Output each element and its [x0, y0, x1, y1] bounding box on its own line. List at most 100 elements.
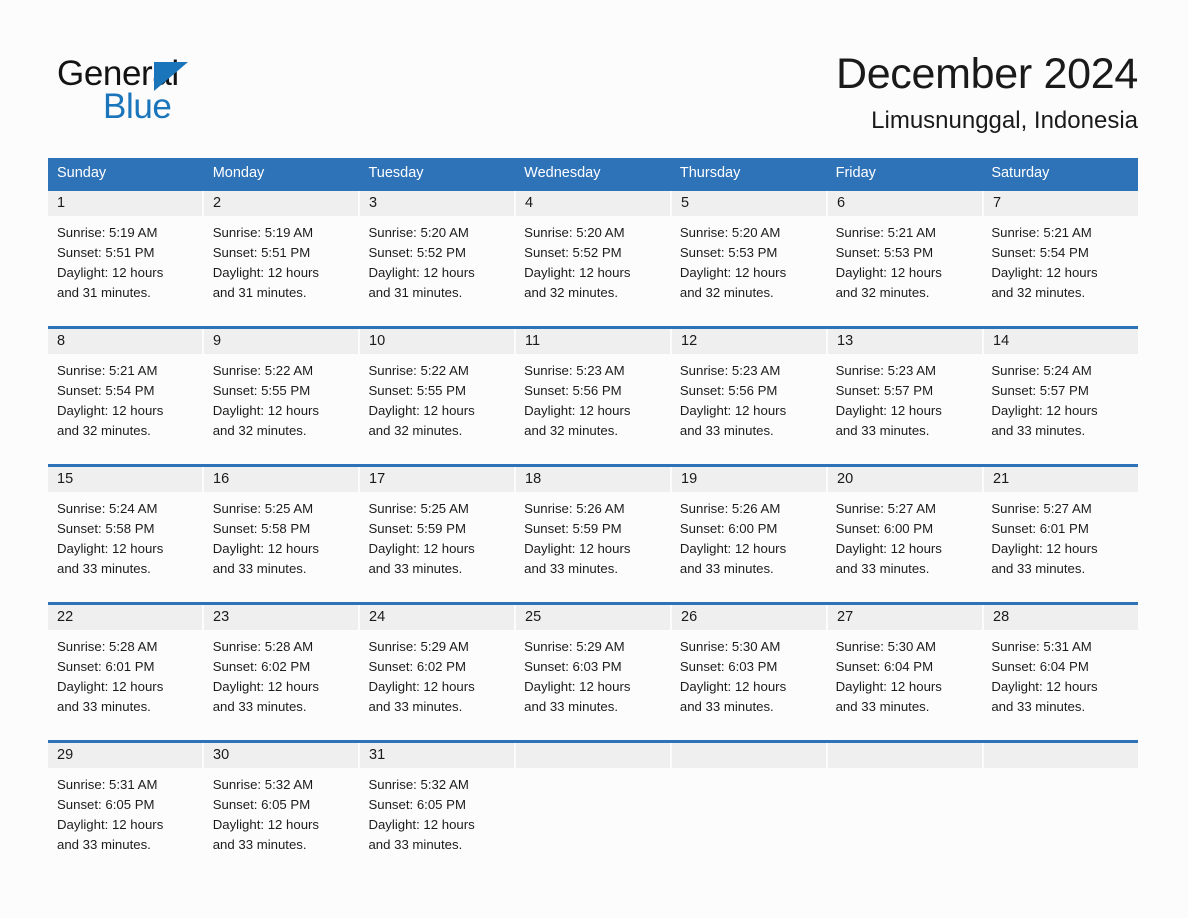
day-cell[interactable]: Sunrise: 5:32 AM Sunset: 6:05 PM Daylight:…	[359, 768, 516, 870]
weekday-header-sunday: Sunday	[57, 165, 107, 181]
day-number[interactable]: 6	[828, 191, 984, 216]
generalblue-logo[interactable]: General Blue	[57, 54, 317, 134]
day-sunrise-text: Sunrise: 5:32 AM	[212, 777, 314, 792]
day-content-band: Sunrise: 5:28 AM Sunset: 6:01 PM Daylight:…	[48, 630, 1139, 732]
day-sunset-text: Sunset: 5:58 PM	[212, 521, 311, 536]
day-sunrise-text: Sunrise: 5:31 AM	[991, 639, 1092, 654]
day-cell-empty	[515, 768, 671, 870]
day-number[interactable]: 20	[828, 467, 984, 492]
day-cell[interactable]: Sunrise: 5:30 AM Sunset: 6:04 PM Daylight:…	[826, 630, 983, 732]
day-sunset-text: Sunset: 6:05 PM	[212, 797, 311, 812]
day-sunset-text: Sunset: 6:00 PM	[679, 521, 778, 536]
day-cell[interactable]: Sunrise: 5:20 AM Sunset: 5:53 PM Daylight:…	[670, 216, 827, 318]
day-cell[interactable]: Sunrise: 5:25 AM Sunset: 5:58 PM Daylight:…	[203, 492, 360, 594]
day-cell[interactable]: Sunrise: 5:19 AM Sunset: 5:51 PM Daylight:…	[203, 216, 360, 318]
day-cell[interactable]: Sunrise: 5:26 AM Sunset: 5:59 PM Daylight:…	[515, 492, 671, 594]
day-number[interactable]: 13	[828, 329, 984, 354]
day-number[interactable]: 1	[48, 191, 204, 216]
day-number[interactable]: 23	[204, 605, 360, 630]
day-number[interactable]: 2	[204, 191, 360, 216]
day-number[interactable]: 15	[48, 467, 204, 492]
day-daylight-text: Daylight: 12 hours	[835, 403, 942, 418]
day-daylight-text: and 33 minutes.	[835, 423, 930, 438]
day-cell[interactable]: Sunrise: 5:21 AM Sunset: 5:54 PM Daylight:…	[48, 354, 204, 456]
day-sunset-text: Sunset: 6:02 PM	[368, 659, 466, 674]
day-cell[interactable]: Sunrise: 5:28 AM Sunset: 6:02 PM Daylight:…	[203, 630, 360, 732]
day-number[interactable]: 8	[48, 329, 204, 354]
day-sunset-text: Sunset: 5:59 PM	[368, 521, 466, 536]
day-number[interactable]: 29	[48, 743, 204, 768]
weekday-header-saturday: Saturday	[991, 165, 1050, 181]
day-number[interactable]: 10	[360, 329, 516, 354]
day-daylight-text: Daylight: 12 hours	[368, 679, 475, 694]
day-number[interactable]: 14	[984, 329, 1138, 354]
day-cell[interactable]: Sunrise: 5:32 AM Sunset: 6:05 PM Daylight:…	[203, 768, 360, 870]
day-number[interactable]: 5	[672, 191, 828, 216]
day-cell[interactable]: Sunrise: 5:19 AM Sunset: 5:51 PM Daylight:…	[48, 216, 204, 318]
day-number[interactable]: 4	[516, 191, 672, 216]
day-cell[interactable]: Sunrise: 5:28 AM Sunset: 6:01 PM Daylight:…	[48, 630, 204, 732]
day-cell[interactable]: Sunrise: 5:31 AM Sunset: 6:04 PM Daylight:…	[982, 630, 1139, 732]
day-sunset-text: Sunset: 5:56 PM	[679, 383, 778, 398]
day-number[interactable]: 26	[672, 605, 828, 630]
day-number[interactable]: 11	[516, 329, 672, 354]
page-header: General Blue December 2024 Limusnunggal,…	[0, 0, 1188, 150]
day-daylight-text: Daylight: 12 hours	[368, 541, 475, 556]
day-number[interactable]: 19	[672, 467, 828, 492]
day-cell[interactable]: Sunrise: 5:26 AM Sunset: 6:00 PM Daylight:…	[670, 492, 827, 594]
day-cell[interactable]: Sunrise: 5:20 AM Sunset: 5:52 PM Daylight:…	[515, 216, 671, 318]
day-daylight-text: Daylight: 12 hours	[368, 817, 475, 832]
day-cell[interactable]: Sunrise: 5:23 AM Sunset: 5:56 PM Daylight:…	[670, 354, 827, 456]
day-cell[interactable]: Sunrise: 5:27 AM Sunset: 6:01 PM Daylight:…	[982, 492, 1139, 594]
day-number[interactable]: 30	[204, 743, 360, 768]
day-daylight-text: Daylight: 12 hours	[212, 265, 320, 280]
calendar-week-row: 8 9 10 11 12 13 14 Sunrise: 5:21 AM Sunset: 5:54…	[48, 326, 1139, 456]
day-daylight-text: Daylight: 12 hours	[368, 403, 475, 418]
day-sunrise-text: Sunrise: 5:25 AM	[368, 501, 469, 516]
day-sunset-text: Sunset: 5:52 PM	[524, 245, 622, 260]
day-daylight-text: Daylight: 12 hours	[524, 403, 631, 418]
day-cell[interactable]: Sunrise: 5:23 AM Sunset: 5:57 PM Daylight:…	[826, 354, 983, 456]
day-number[interactable]: 25	[516, 605, 672, 630]
day-number[interactable]: 16	[204, 467, 360, 492]
day-number[interactable]: 31	[360, 743, 516, 768]
day-daylight-text: and 33 minutes.	[212, 561, 307, 576]
day-number[interactable]: 21	[984, 467, 1138, 492]
day-cell[interactable]: Sunrise: 5:22 AM Sunset: 5:55 PM Daylight:…	[359, 354, 516, 456]
day-cell[interactable]: Sunrise: 5:25 AM Sunset: 5:59 PM Daylight:…	[359, 492, 516, 594]
day-number[interactable]: 24	[360, 605, 516, 630]
day-sunset-text: Sunset: 5:52 PM	[368, 245, 466, 260]
day-daylight-text: and 33 minutes.	[835, 699, 930, 714]
day-daylight-text: and 32 minutes.	[835, 285, 930, 300]
day-daylight-text: and 33 minutes.	[212, 699, 307, 714]
day-cell[interactable]: Sunrise: 5:21 AM Sunset: 5:54 PM Daylight:…	[982, 216, 1139, 318]
day-cell[interactable]: Sunrise: 5:29 AM Sunset: 6:03 PM Daylight:…	[515, 630, 671, 732]
day-number[interactable]: 28	[984, 605, 1138, 630]
day-number[interactable]: 3	[360, 191, 516, 216]
day-number[interactable]: 22	[48, 605, 204, 630]
day-cell[interactable]: Sunrise: 5:24 AM Sunset: 5:58 PM Daylight:…	[48, 492, 204, 594]
day-number[interactable]: 18	[516, 467, 672, 492]
day-number[interactable]: 9	[204, 329, 360, 354]
day-cell[interactable]: Sunrise: 5:24 AM Sunset: 5:57 PM Daylight:…	[982, 354, 1139, 456]
day-cell[interactable]: Sunrise: 5:30 AM Sunset: 6:03 PM Daylight:…	[670, 630, 827, 732]
day-number[interactable]: 17	[360, 467, 516, 492]
day-sunrise-text: Sunrise: 5:29 AM	[524, 639, 625, 654]
day-cell[interactable]: Sunrise: 5:22 AM Sunset: 5:55 PM Daylight:…	[203, 354, 360, 456]
day-sunrise-text: Sunrise: 5:31 AM	[57, 777, 158, 792]
calendar-week-row: 22 23 24 25 26 27 28 Sunrise: 5:28 AM Sunset: 6:…	[48, 602, 1139, 732]
day-number[interactable]: 27	[828, 605, 984, 630]
day-cell[interactable]: Sunrise: 5:29 AM Sunset: 6:02 PM Daylight:…	[359, 630, 516, 732]
day-number-band: 8 9 10 11 12 13 14	[48, 329, 1138, 354]
day-number[interactable]: 7	[984, 191, 1138, 216]
day-cell[interactable]: Sunrise: 5:20 AM Sunset: 5:52 PM Daylight:…	[359, 216, 516, 318]
day-daylight-text: and 33 minutes.	[368, 561, 463, 576]
day-cell[interactable]: Sunrise: 5:23 AM Sunset: 5:56 PM Daylight:…	[515, 354, 671, 456]
day-number[interactable]: 12	[672, 329, 828, 354]
day-daylight-text: and 32 minutes.	[991, 285, 1086, 300]
day-cell[interactable]: Sunrise: 5:27 AM Sunset: 6:00 PM Daylight:…	[826, 492, 983, 594]
day-sunset-text: Sunset: 5:51 PM	[212, 245, 311, 260]
day-cell[interactable]: Sunrise: 5:31 AM Sunset: 6:05 PM Daylight:…	[48, 768, 204, 870]
day-cell[interactable]: Sunrise: 5:21 AM Sunset: 5:53 PM Daylight:…	[826, 216, 983, 318]
day-sunrise-text: Sunrise: 5:19 AM	[57, 225, 158, 240]
